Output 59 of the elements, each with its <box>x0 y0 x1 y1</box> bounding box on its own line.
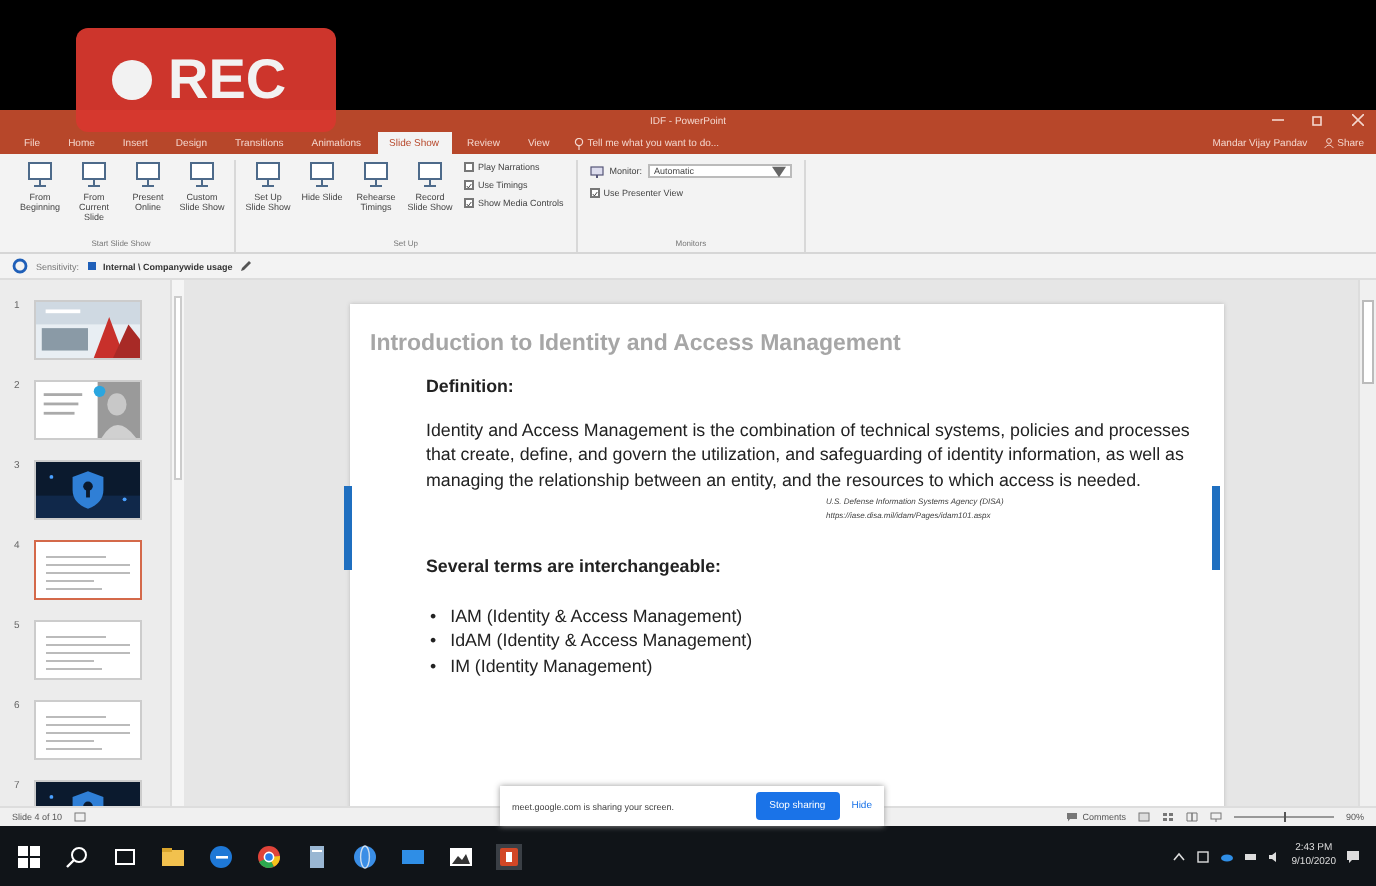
bullet: • <box>430 653 437 678</box>
scrollbar[interactable] <box>1358 280 1376 806</box>
screen-icon <box>362 160 390 188</box>
chrome-icon[interactable] <box>256 843 282 869</box>
search-icon[interactable] <box>64 843 90 869</box>
recording-badge: REC <box>76 28 336 132</box>
slide-title: Introduction to Identity and Access Management <box>370 332 903 356</box>
folder-icon[interactable] <box>160 843 186 869</box>
bullet-item: IAM (Identity & Access Management) <box>450 603 743 628</box>
screen-icon <box>26 160 54 188</box>
restore-icon[interactable] <box>1312 114 1324 126</box>
slideshow-icon[interactable] <box>1209 812 1222 822</box>
normal-view-icon[interactable] <box>1137 812 1150 822</box>
checkbox[interactable] <box>589 188 600 198</box>
caret-icon[interactable] <box>1171 849 1186 863</box>
slide-thumbnail[interactable] <box>34 540 142 600</box>
lightbulb-icon <box>573 137 584 149</box>
document-icon[interactable] <box>304 843 330 869</box>
screen-icon <box>80 160 108 188</box>
bullet: • <box>430 628 437 653</box>
screen-icon <box>416 160 444 188</box>
volume-icon[interactable] <box>1267 849 1282 863</box>
slide-paragraph: Identity and Access Management is the combination of technical systems, policies and processes that create, define, and govern the utilization, and safeguarding of identity information, as well as managing the relationship between an entity, and the resources to which access is needed. <box>426 417 1192 492</box>
slide-thumbnail[interactable] <box>34 460 142 520</box>
slide-thumbnail[interactable] <box>34 700 142 760</box>
label-color-icon <box>87 262 96 270</box>
checkbox[interactable] <box>464 198 474 208</box>
minimize-icon[interactable] <box>1272 114 1284 126</box>
task-view-icon[interactable] <box>112 843 138 869</box>
selection-handle[interactable] <box>344 486 352 570</box>
bullet-item: IdAM (Identity & Access Management) <box>450 628 753 653</box>
close-icon[interactable] <box>1352 114 1364 126</box>
slide-subheading: Several terms are interchangeable: <box>426 554 723 579</box>
checkbox[interactable] <box>464 180 474 190</box>
checkbox[interactable] <box>464 162 474 172</box>
scrollbar[interactable] <box>170 280 184 806</box>
slide-thumbnail[interactable] <box>34 300 142 360</box>
sensitivity-icon <box>12 258 28 274</box>
grid-view-icon[interactable] <box>1161 812 1174 822</box>
pencil-icon[interactable] <box>240 260 253 272</box>
reading-view-icon[interactable] <box>1185 812 1198 822</box>
browser-icon[interactable] <box>208 843 234 869</box>
speech-bubble-icon <box>1066 812 1079 822</box>
person-icon <box>1323 138 1334 148</box>
selection-handle[interactable] <box>1212 486 1220 570</box>
powerpoint-icon[interactable] <box>496 843 522 869</box>
bullet-item: IM (Identity Management) <box>450 653 653 678</box>
photos-icon[interactable] <box>448 843 474 869</box>
screen-icon <box>188 160 216 188</box>
notification-icon[interactable] <box>1346 849 1360 863</box>
screen-icon <box>308 160 336 188</box>
slide-heading: Definition: <box>426 374 516 399</box>
globe-icon[interactable] <box>352 843 378 869</box>
windows-start-icon[interactable] <box>16 843 42 869</box>
slide-thumbnail[interactable] <box>34 620 142 680</box>
screen-icon <box>134 160 162 188</box>
bullet: • <box>430 603 437 628</box>
screen-icon <box>254 160 282 188</box>
slide-thumbnail[interactable] <box>34 380 142 440</box>
